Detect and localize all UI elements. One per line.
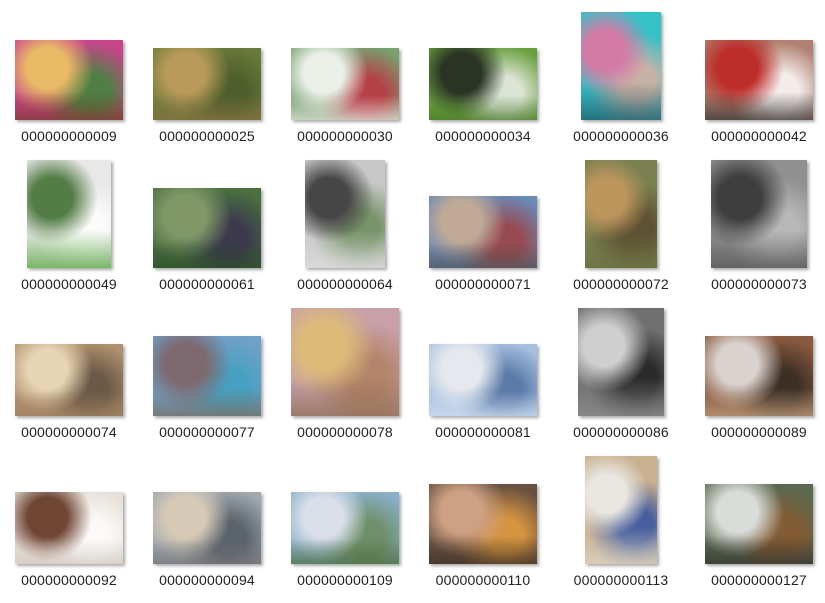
image-thumbnail[interactable] [585,456,657,564]
file-name-label: 000000000071 [435,276,531,292]
file-item[interactable]: 000000000042 [690,10,825,158]
file-item[interactable]: 000000000078 [276,306,414,454]
thumbnail-frame [0,10,138,120]
file-item[interactable]: 000000000113 [552,454,690,602]
file-name-label: 000000000030 [297,128,393,144]
thumbnail-frame [690,454,825,564]
file-name-label: 000000000086 [573,424,669,440]
image-thumbnail[interactable] [711,160,807,268]
file-name-label: 000000000061 [159,276,255,292]
file-name-label: 000000000072 [573,276,669,292]
thumbnail-frame [276,10,414,120]
file-item[interactable]: 000000000074 [0,306,138,454]
thumbnail-frame [552,158,690,268]
file-item[interactable]: 000000000081 [414,306,552,454]
thumbnail-frame [414,10,552,120]
thumbnail-frame [138,454,276,564]
file-name-label: 000000000049 [21,276,117,292]
file-item[interactable]: 000000000110 [414,454,552,602]
thumbnail-frame [138,10,276,120]
file-item[interactable]: 000000000064 [276,158,414,306]
image-thumbnail[interactable] [15,344,123,416]
image-thumbnail[interactable] [585,160,657,268]
file-name-label: 000000000064 [297,276,393,292]
thumbnail-frame [552,306,690,416]
image-thumbnail[interactable] [705,40,813,120]
file-item[interactable]: 000000000092 [0,454,138,602]
file-name-label: 000000000074 [21,424,117,440]
file-item[interactable]: 000000000077 [138,306,276,454]
image-thumbnail[interactable] [15,492,123,564]
image-thumbnail[interactable] [291,308,399,416]
file-name-label: 000000000109 [297,572,393,588]
image-thumbnail[interactable] [705,336,813,416]
image-thumbnail[interactable] [15,40,123,120]
thumbnail-frame [690,158,825,268]
thumbnail-frame [138,158,276,268]
file-item[interactable]: 000000000071 [414,158,552,306]
file-item[interactable]: 000000000025 [138,10,276,158]
file-item[interactable]: 000000000089 [690,306,825,454]
thumbnail-frame [138,306,276,416]
file-name-label: 000000000127 [711,572,807,588]
file-name-label: 000000000009 [21,128,117,144]
image-thumbnail[interactable] [581,12,661,120]
thumbnail-frame [0,306,138,416]
file-item[interactable]: 000000000009 [0,10,138,158]
file-name-label: 000000000089 [711,424,807,440]
file-item[interactable]: 000000000049 [0,158,138,306]
thumbnail-frame [414,454,552,564]
thumbnail-frame [0,454,138,564]
image-thumbnail[interactable] [429,196,537,268]
image-thumbnail[interactable] [429,484,537,564]
file-item[interactable]: 000000000109 [276,454,414,602]
image-thumbnail[interactable] [578,308,664,416]
image-thumbnail[interactable] [429,344,537,416]
file-name-label: 000000000042 [711,128,807,144]
thumbnail-frame [414,158,552,268]
thumbnail-frame [414,306,552,416]
image-thumbnail[interactable] [153,492,261,564]
image-thumbnail[interactable] [153,188,261,268]
file-name-label: 000000000092 [21,572,117,588]
image-thumbnail[interactable] [291,48,399,120]
image-thumbnail[interactable] [305,160,385,268]
thumbnail-frame [276,306,414,416]
thumbnail-frame [690,306,825,416]
file-name-label: 000000000081 [435,424,531,440]
file-name-label: 000000000110 [435,572,531,588]
file-item[interactable]: 000000000036 [552,10,690,158]
file-item[interactable]: 000000000034 [414,10,552,158]
thumbnail-frame [552,454,690,564]
image-thumbnail[interactable] [291,492,399,564]
file-item[interactable]: 000000000073 [690,158,825,306]
file-name-label: 000000000073 [711,276,807,292]
thumbnail-frame [552,10,690,120]
file-name-label: 000000000078 [297,424,393,440]
file-item[interactable]: 000000000072 [552,158,690,306]
file-item[interactable]: 000000000127 [690,454,825,602]
thumbnail-frame [276,158,414,268]
file-name-label: 000000000113 [573,572,669,588]
file-name-label: 000000000036 [573,128,669,144]
thumbnail-frame [0,158,138,268]
image-thumbnail[interactable] [429,48,537,120]
thumbnail-frame [690,10,825,120]
image-thumbnail[interactable] [153,48,261,120]
thumbnail-frame [276,454,414,564]
file-name-label: 000000000025 [159,128,255,144]
file-item[interactable]: 000000000086 [552,306,690,454]
file-item[interactable]: 000000000061 [138,158,276,306]
image-thumbnail[interactable] [27,160,111,268]
file-item[interactable]: 000000000030 [276,10,414,158]
file-item[interactable]: 000000000094 [138,454,276,602]
file-name-label: 000000000077 [159,424,255,440]
file-name-label: 000000000034 [435,128,531,144]
image-thumbnail[interactable] [153,336,261,416]
file-name-label: 000000000094 [159,572,255,588]
image-thumbnail[interactable] [705,484,813,564]
